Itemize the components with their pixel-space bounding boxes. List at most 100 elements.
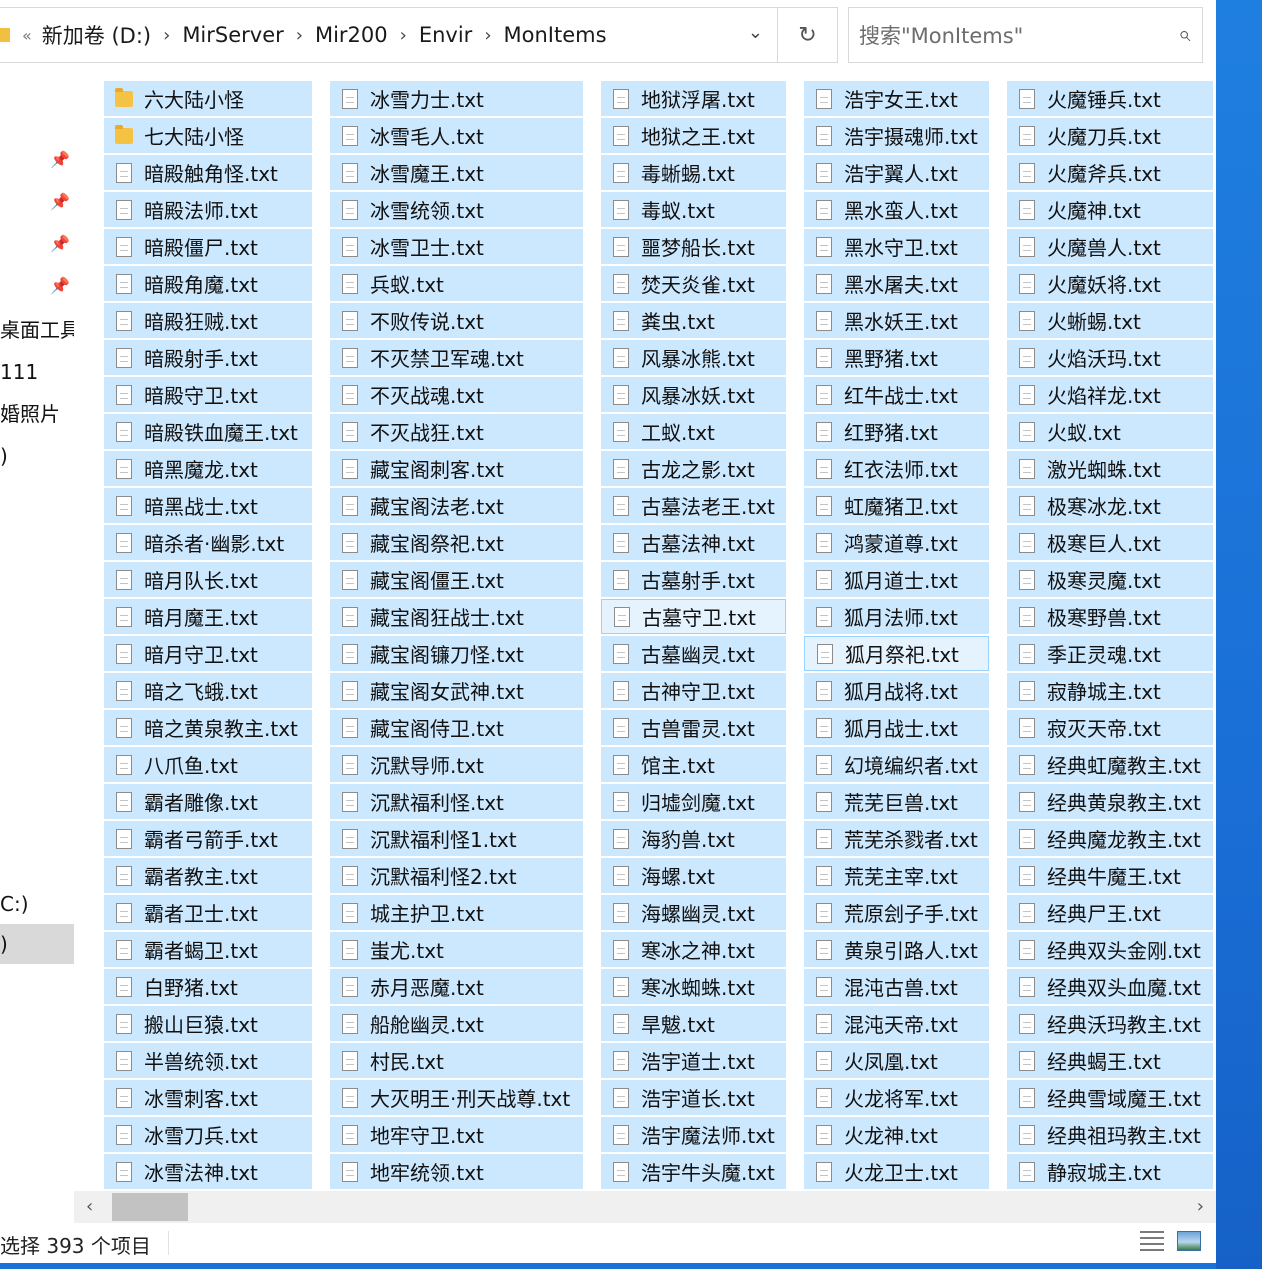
file-item[interactable]: 藏宝阁镰刀怪.txt — [330, 636, 583, 671]
file-item[interactable]: 藏宝阁刺客.txt — [330, 451, 583, 486]
file-item[interactable]: 风暴冰妖.txt — [601, 377, 786, 412]
file-item[interactable]: 搬山巨猿.txt — [104, 1006, 312, 1041]
file-item[interactable]: 暗殿法师.txt — [104, 192, 312, 227]
chevron-down-icon[interactable]: ⌄ — [748, 22, 763, 43]
file-item[interactable]: 古墓幽灵.txt — [601, 636, 786, 671]
file-item[interactable]: 旱魃.txt — [601, 1006, 786, 1041]
file-item[interactable]: 古龙之影.txt — [601, 451, 786, 486]
file-item[interactable]: 火龙神.txt — [804, 1117, 989, 1152]
breadcrumb-separator-icon[interactable]: › — [400, 25, 407, 46]
file-item[interactable]: 不灭战魂.txt — [330, 377, 583, 412]
file-item[interactable]: 藏宝阁女武神.txt — [330, 673, 583, 708]
file-item[interactable]: 古兽雷灵.txt — [601, 710, 786, 745]
file-item[interactable]: 噩梦船长.txt — [601, 229, 786, 264]
folder-item[interactable]: 六大陆小怪 — [104, 81, 312, 116]
address-bar[interactable]: « 新加卷 (D:) › MirServer › Mir200 › Envir … — [0, 7, 778, 63]
scroll-left-icon[interactable]: ‹ — [86, 1196, 93, 1217]
nav-item-drive-c[interactable]: C:) — [0, 884, 74, 924]
file-item[interactable]: 黑水屠夫.txt — [804, 266, 989, 301]
file-item[interactable]: 地狱浮屠.txt — [601, 81, 786, 116]
breadcrumb-separator-icon[interactable]: › — [296, 25, 303, 46]
file-item[interactable]: 藏宝阁祭祀.txt — [330, 525, 583, 560]
file-item[interactable]: 冰雪统领.txt — [330, 192, 583, 227]
file-item[interactable]: 黑野猪.txt — [804, 340, 989, 375]
file-item[interactable]: 狐月战将.txt — [804, 673, 989, 708]
file-item[interactable]: 藏宝阁狂战士.txt — [330, 599, 583, 634]
file-item[interactable]: 荒芜巨兽.txt — [804, 784, 989, 819]
file-item[interactable]: 船舱幽灵.txt — [330, 1006, 583, 1041]
file-item[interactable]: 火蚁.txt — [1007, 414, 1213, 449]
file-item[interactable]: 藏宝阁僵王.txt — [330, 562, 583, 597]
file-item[interactable]: 暗之飞蛾.txt — [104, 673, 312, 708]
breadcrumb-drive[interactable]: 新加卷 (D:) — [42, 20, 151, 50]
file-item[interactable]: 红牛战士.txt — [804, 377, 989, 412]
scrollbar-thumb[interactable] — [112, 1193, 188, 1221]
file-item[interactable]: 冰雪刀兵.txt — [104, 1117, 312, 1152]
file-item[interactable]: 暗殿触角怪.txt — [104, 155, 312, 190]
file-item[interactable]: 霸者弓箭手.txt — [104, 821, 312, 856]
file-item[interactable]: 狐月道士.txt — [804, 562, 989, 597]
file-item[interactable]: 浩宇翼人.txt — [804, 155, 989, 190]
file-item[interactable]: 经典双头血魔.txt — [1007, 969, 1213, 1004]
file-item[interactable]: 火蜥蜴.txt — [1007, 303, 1213, 338]
file-item[interactable]: 混沌古兽.txt — [804, 969, 989, 1004]
file-item[interactable]: 极寒灵魔.txt — [1007, 562, 1213, 597]
file-item[interactable]: 经典魔龙教主.txt — [1007, 821, 1213, 856]
file-item[interactable]: 沉默福利怪.txt — [330, 784, 583, 819]
file-item[interactable]: 不灭战狂.txt — [330, 414, 583, 449]
file-item[interactable]: 古墓守卫.txt — [601, 599, 786, 634]
file-item[interactable]: 红衣法师.txt — [804, 451, 989, 486]
file-item[interactable]: 不灭禁卫军魂.txt — [330, 340, 583, 375]
file-item[interactable]: 荒芜主宰.txt — [804, 858, 989, 893]
file-item[interactable]: 霸者雕像.txt — [104, 784, 312, 819]
file-item[interactable]: 暗殿铁血魔王.txt — [104, 414, 312, 449]
file-item[interactable]: 极寒野兽.txt — [1007, 599, 1213, 634]
file-item[interactable]: 沉默福利怪2.txt — [330, 858, 583, 893]
file-item[interactable]: 暗殿射手.txt — [104, 340, 312, 375]
file-item[interactable]: 蚩尤.txt — [330, 932, 583, 967]
file-item[interactable]: 狐月祭祀.txt — [804, 636, 989, 671]
file-item[interactable]: 沉默导师.txt — [330, 747, 583, 782]
file-item[interactable]: 暗殿角魔.txt — [104, 266, 312, 301]
file-item[interactable]: 暗黑魔龙.txt — [104, 451, 312, 486]
file-item[interactable]: 馆主.txt — [601, 747, 786, 782]
file-item[interactable]: 虹魔猪卫.txt — [804, 488, 989, 523]
file-item[interactable]: 霸者卫士.txt — [104, 895, 312, 930]
file-item[interactable]: 冰雪力士.txt — [330, 81, 583, 116]
file-item[interactable]: 归墟剑魔.txt — [601, 784, 786, 819]
nav-item-desktop-tools[interactable]: 桌面工具 — [0, 310, 74, 350]
file-item[interactable]: 火魔妖将.txt — [1007, 266, 1213, 301]
file-item[interactable]: 火魔兽人.txt — [1007, 229, 1213, 264]
file-item[interactable]: 寒冰之神.txt — [601, 932, 786, 967]
file-item[interactable]: 村民.txt — [330, 1043, 583, 1078]
file-item[interactable]: 焚天炎雀.txt — [601, 266, 786, 301]
file-item[interactable]: 暗月魔王.txt — [104, 599, 312, 634]
breadcrumb-mir200[interactable]: Mir200 — [315, 23, 388, 47]
file-item[interactable]: 经典蝎王.txt — [1007, 1043, 1213, 1078]
nav-item-111[interactable]: 111 — [0, 352, 74, 392]
file-item[interactable]: 浩宇女王.txt — [804, 81, 989, 116]
file-item[interactable]: 不败传说.txt — [330, 303, 583, 338]
file-item[interactable]: 半兽统领.txt — [104, 1043, 312, 1078]
file-item[interactable]: 火凤凰.txt — [804, 1043, 989, 1078]
file-item[interactable]: 经典雪域魔王.txt — [1007, 1080, 1213, 1115]
file-item[interactable]: 火魔斧兵.txt — [1007, 155, 1213, 190]
file-item[interactable]: 火龙将军.txt — [804, 1080, 989, 1115]
scroll-right-icon[interactable]: › — [1197, 1196, 1204, 1217]
breadcrumb-separator-icon[interactable]: › — [163, 25, 170, 46]
nav-item-drive-d[interactable]: ) — [0, 924, 74, 964]
file-item[interactable]: 冰雪卫士.txt — [330, 229, 583, 264]
file-item[interactable]: 暗月守卫.txt — [104, 636, 312, 671]
search-icon[interactable]: ⌕ — [1178, 22, 1190, 47]
file-item[interactable]: 浩宇牛头魔.txt — [601, 1154, 786, 1189]
file-item[interactable]: 暗之黄泉教主.txt — [104, 710, 312, 745]
file-item[interactable]: 古墓法老王.txt — [601, 488, 786, 523]
file-item[interactable]: 经典祖玛教主.txt — [1007, 1117, 1213, 1152]
file-item[interactable]: 幻境编织者.txt — [804, 747, 989, 782]
file-item[interactable]: 藏宝阁侍卫.txt — [330, 710, 583, 745]
file-item[interactable]: 暗殿僵尸.txt — [104, 229, 312, 264]
overflow-chevron-icon[interactable]: « — [22, 26, 32, 45]
file-item[interactable]: 冰雪刺客.txt — [104, 1080, 312, 1115]
folder-item[interactable]: 七大陆小怪 — [104, 118, 312, 153]
file-item[interactable]: 火焰祥龙.txt — [1007, 377, 1213, 412]
